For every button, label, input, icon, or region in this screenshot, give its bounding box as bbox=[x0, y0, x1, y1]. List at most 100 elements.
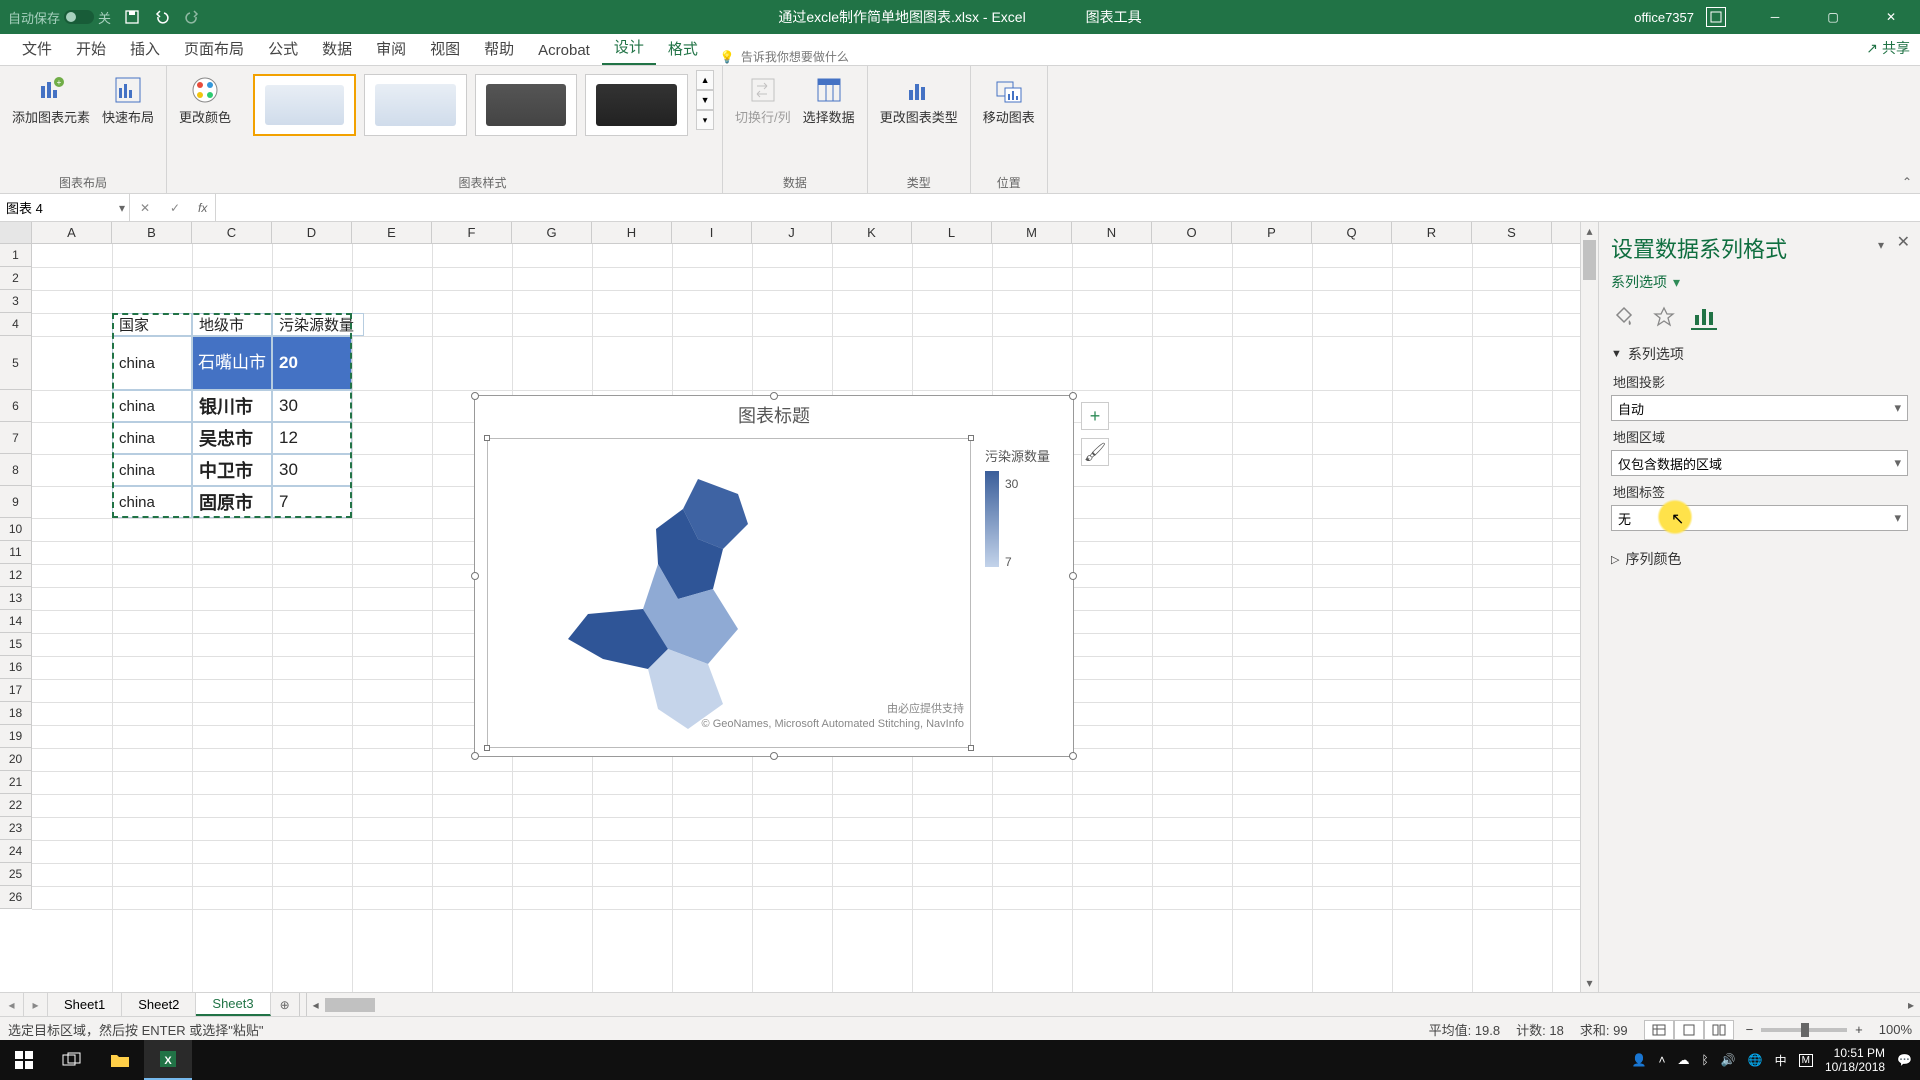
chart-object[interactable]: 图表标题 由必应提供支持 © GeoNames, Microsoft Autom… bbox=[474, 395, 1074, 757]
scroll-thumb[interactable] bbox=[1583, 240, 1596, 280]
cell[interactable]: 固原市 bbox=[192, 486, 272, 518]
zoom-in-button[interactable]: + bbox=[1855, 1022, 1863, 1037]
network-icon[interactable]: 🌐 bbox=[1748, 1053, 1763, 1067]
column-header[interactable]: G bbox=[512, 222, 592, 243]
hscroll-left[interactable]: ◂ bbox=[307, 998, 325, 1012]
switch-row-col-button[interactable]: 切换行/列 bbox=[731, 70, 795, 130]
column-header[interactable]: A bbox=[32, 222, 112, 243]
cell[interactable]: 30 bbox=[272, 454, 352, 486]
column-header[interactable]: Q bbox=[1312, 222, 1392, 243]
add-chart-element-button[interactable]: + 添加图表元素 bbox=[8, 70, 94, 130]
autosave-toggle[interactable]: 自动保存 关 bbox=[8, 8, 111, 27]
fx-icon[interactable]: fx bbox=[190, 201, 215, 215]
row-header[interactable]: 23 bbox=[0, 817, 32, 840]
row-header[interactable]: 7 bbox=[0, 422, 32, 454]
tab-acrobat[interactable]: Acrobat bbox=[526, 36, 602, 65]
formula-input[interactable] bbox=[216, 194, 1920, 221]
row-header[interactable]: 5 bbox=[0, 336, 32, 390]
undo-icon[interactable] bbox=[153, 8, 171, 26]
row-header[interactable]: 26 bbox=[0, 886, 32, 909]
combo-map-projection[interactable]: 自动▾ bbox=[1611, 395, 1908, 421]
save-icon[interactable] bbox=[123, 8, 141, 26]
cell[interactable]: 石嘴山市 bbox=[192, 336, 272, 390]
column-header[interactable]: N bbox=[1072, 222, 1152, 243]
styles-scroll-up[interactable]: ▲ bbox=[696, 70, 714, 90]
quick-layout-button[interactable]: 快速布局 bbox=[98, 70, 158, 130]
select-all-corner[interactable] bbox=[0, 222, 32, 243]
column-header[interactable]: B bbox=[112, 222, 192, 243]
row-header[interactable]: 21 bbox=[0, 771, 32, 794]
tab-data[interactable]: 数据 bbox=[310, 32, 364, 65]
tab-insert[interactable]: 插入 bbox=[118, 32, 172, 65]
chart-elements-button[interactable]: + bbox=[1081, 402, 1109, 430]
combo-map-labels[interactable]: 无▾ bbox=[1611, 505, 1908, 531]
cell[interactable]: 12 bbox=[272, 422, 352, 454]
series-options-dropdown[interactable]: 系列选项 ▾ bbox=[1611, 272, 1908, 292]
cell[interactable]: 7 bbox=[272, 486, 352, 518]
row-header[interactable]: 1 bbox=[0, 244, 32, 267]
cell[interactable]: 国家 bbox=[112, 313, 192, 336]
enter-formula-icon[interactable]: ✓ bbox=[160, 201, 190, 215]
row-header[interactable]: 20 bbox=[0, 748, 32, 771]
column-header[interactable]: I bbox=[672, 222, 752, 243]
column-header[interactable]: F bbox=[432, 222, 512, 243]
name-box-dropdown-icon[interactable]: ▾ bbox=[119, 201, 125, 215]
name-box[interactable]: ▾ bbox=[0, 194, 130, 221]
pane-options-dropdown-icon[interactable]: ▾ bbox=[1878, 238, 1884, 252]
toggle-switch[interactable] bbox=[64, 10, 94, 24]
tab-review[interactable]: 审阅 bbox=[364, 32, 418, 65]
chart-styles-button[interactable]: 🖌 bbox=[1081, 438, 1109, 466]
column-header[interactable]: O bbox=[1152, 222, 1232, 243]
tab-view[interactable]: 视图 bbox=[418, 32, 472, 65]
chart-style-4[interactable] bbox=[585, 74, 688, 136]
row-header[interactable]: 12 bbox=[0, 564, 32, 587]
name-box-input[interactable] bbox=[6, 200, 86, 215]
hscroll-split[interactable] bbox=[299, 993, 307, 1016]
row-header[interactable]: 14 bbox=[0, 610, 32, 633]
effects-icon[interactable] bbox=[1651, 304, 1677, 330]
view-page-break-button[interactable] bbox=[1704, 1020, 1734, 1040]
column-header[interactable]: D bbox=[272, 222, 352, 243]
accordion-series-color[interactable]: ▷ 序列颜色 bbox=[1611, 549, 1908, 569]
row-header[interactable]: 8 bbox=[0, 454, 32, 486]
cell[interactable]: china bbox=[112, 486, 192, 518]
styles-more[interactable]: ▾ bbox=[696, 110, 714, 130]
tray-up-icon[interactable]: ˄ bbox=[1659, 1053, 1666, 1067]
series-options-icon[interactable] bbox=[1691, 304, 1717, 330]
tell-me-search[interactable]: 💡 告诉我你想要做什么 bbox=[710, 48, 849, 65]
column-header[interactable]: P bbox=[1232, 222, 1312, 243]
tab-file[interactable]: 文件 bbox=[10, 32, 64, 65]
combo-map-area[interactable]: 仅包含数据的区域▾ bbox=[1611, 450, 1908, 476]
zoom-slider[interactable] bbox=[1761, 1028, 1847, 1032]
collapse-ribbon-icon[interactable]: ⌃ bbox=[1902, 175, 1912, 189]
tray-clock[interactable]: 10:51 PM 10/18/2018 bbox=[1825, 1046, 1885, 1075]
ime-mode-icon[interactable]: M bbox=[1799, 1054, 1813, 1067]
minimize-button[interactable]: ─ bbox=[1746, 0, 1804, 34]
row-header[interactable]: 22 bbox=[0, 794, 32, 817]
cell[interactable]: 中卫市 bbox=[192, 454, 272, 486]
row-header[interactable]: 24 bbox=[0, 840, 32, 863]
move-chart-button[interactable]: 移动图表 bbox=[979, 70, 1039, 130]
cell[interactable]: 污染源数量 bbox=[272, 313, 364, 336]
tab-design[interactable]: 设计 bbox=[602, 30, 656, 65]
row-header[interactable]: 19 bbox=[0, 725, 32, 748]
horizontal-scrollbar[interactable] bbox=[325, 997, 1902, 1013]
close-button[interactable]: ✕ bbox=[1862, 0, 1920, 34]
hscroll-thumb[interactable] bbox=[325, 998, 375, 1012]
vertical-scrollbar[interactable]: ▴ ▾ bbox=[1580, 222, 1598, 992]
column-header[interactable]: E bbox=[352, 222, 432, 243]
add-sheet-button[interactable]: ⊕ bbox=[271, 993, 299, 1016]
cell[interactable]: 吴忠市 bbox=[192, 422, 272, 454]
row-header[interactable]: 25 bbox=[0, 863, 32, 886]
cell[interactable]: 20 bbox=[272, 336, 352, 390]
pane-close-icon[interactable]: ✕ bbox=[1897, 232, 1910, 252]
row-header[interactable]: 16 bbox=[0, 656, 32, 679]
scroll-up-icon[interactable]: ▴ bbox=[1581, 222, 1598, 240]
people-icon[interactable]: 👤 bbox=[1632, 1053, 1647, 1067]
sheet-tab-3[interactable]: Sheet3 bbox=[196, 993, 270, 1016]
start-button[interactable] bbox=[0, 1040, 48, 1080]
tab-format[interactable]: 格式 bbox=[656, 32, 710, 65]
cancel-formula-icon[interactable]: ✕ bbox=[130, 201, 160, 215]
onedrive-icon[interactable]: ☁ bbox=[1678, 1053, 1690, 1067]
accordion-series-options[interactable]: ▼ 系列选项 bbox=[1611, 344, 1908, 364]
